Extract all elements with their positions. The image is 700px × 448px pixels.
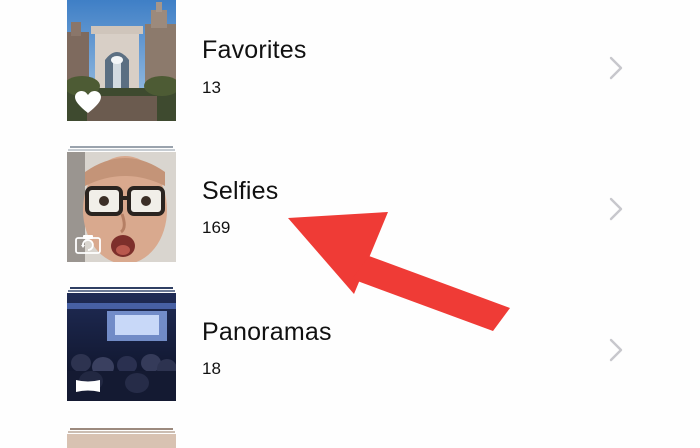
album-stack-edge [70,428,173,430]
album-row-panoramas[interactable]: Panoramas 18 [0,287,700,430]
album-count: 169 [202,218,231,237]
album-row-favorites[interactable]: Favorites 13 [0,0,700,141]
album-stack-edge [70,146,173,148]
album-thumbnail-favorites [67,0,176,121]
album-stack-edge [68,431,175,433]
chevron-right-icon [608,338,624,362]
album-title: Selfies [202,177,279,205]
album-row-next-partial[interactable] [0,428,700,448]
album-thumbnail-panoramas [67,293,176,401]
chevron-right-icon [608,56,624,80]
album-stack-edge [68,149,175,151]
album-stack-edge [68,290,175,292]
heart-icon [75,91,101,114]
album-stack-edge [70,287,173,289]
album-thumbnail-selfies [67,152,176,262]
album-thumbnail-next [67,434,176,448]
album-title: Favorites [202,36,307,64]
album-count: 13 [202,78,221,97]
album-count: 18 [202,359,221,378]
chevron-right-icon [608,197,624,221]
album-title: Panoramas [202,318,332,346]
panorama-icon [75,379,101,393]
album-row-selfies[interactable]: Selfies 169 [0,146,700,289]
front-camera-icon [75,234,101,254]
